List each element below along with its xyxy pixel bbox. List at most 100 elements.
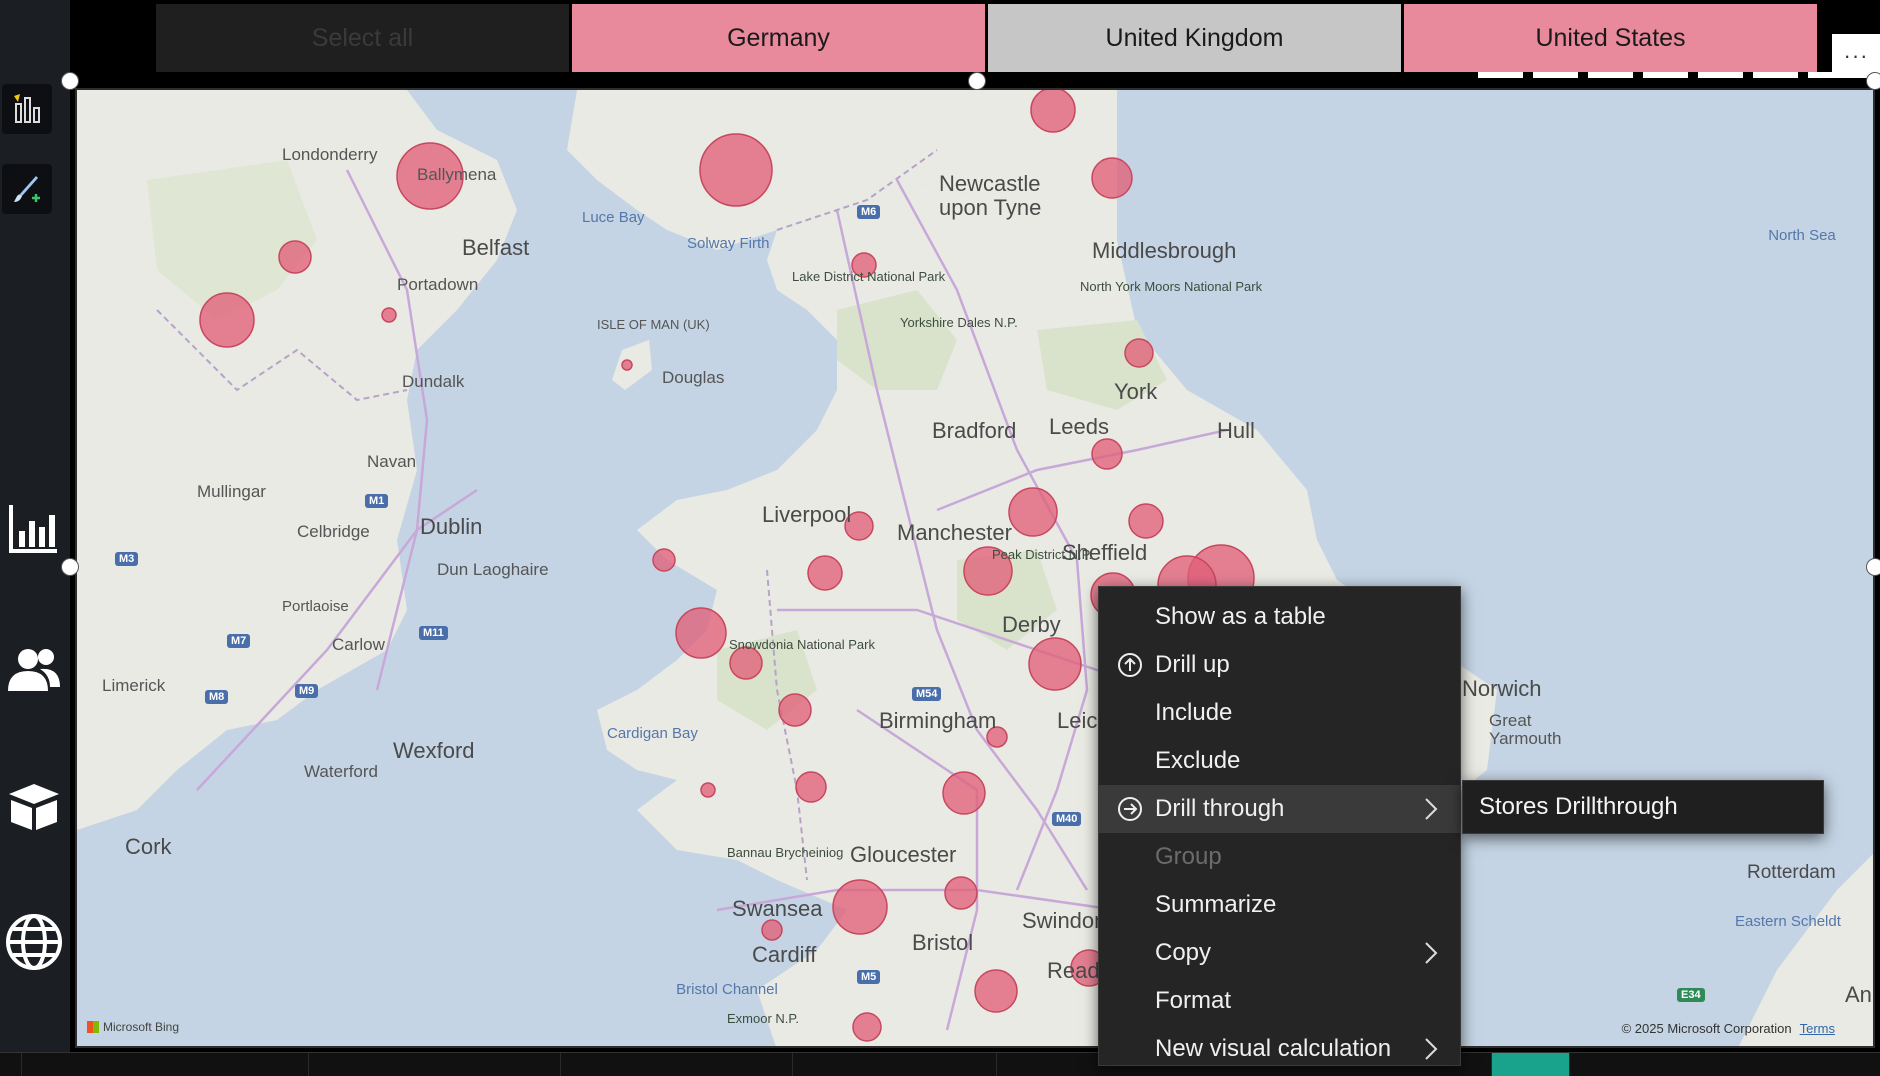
- map-sea-label: Bristol Channel: [676, 981, 778, 998]
- map-bubble[interactable]: [852, 1012, 882, 1042]
- page-tab[interactable]: [309, 1053, 561, 1076]
- map-label: Carlow: [332, 635, 385, 654]
- menu-item-label: Drill through: [1155, 795, 1285, 822]
- submenu-item-label: Stores Drillthrough: [1479, 793, 1678, 820]
- map-label: Newcastle upon Tyne: [939, 171, 1042, 220]
- resize-handle[interactable]: [968, 72, 986, 90]
- menu-item-copy[interactable]: Copy: [1099, 929, 1460, 977]
- map-label: Birmingham: [879, 708, 997, 733]
- map-bubble[interactable]: [942, 771, 986, 815]
- map-sea-label: North Sea: [1768, 227, 1836, 244]
- page-tab[interactable]: [793, 1053, 997, 1076]
- terms-link[interactable]: Terms: [1800, 1021, 1835, 1036]
- map-park-label: Bannau Brycheiniog: [727, 845, 844, 860]
- map-bubble[interactable]: [1008, 487, 1058, 537]
- page-tab-active[interactable]: [1492, 1053, 1570, 1076]
- map-bubble[interactable]: [699, 133, 773, 207]
- map-label: Manchester: [897, 520, 1012, 545]
- map-label: Navan: [367, 452, 417, 471]
- map-bubble[interactable]: [199, 292, 255, 348]
- menu-item-exclude[interactable]: Exclude: [1099, 737, 1460, 785]
- road-shield: M8: [205, 690, 229, 704]
- report-icon[interactable]: [2, 84, 52, 134]
- resize-handle[interactable]: [1866, 558, 1880, 576]
- map-copyright: © 2025 Microsoft Corporation Terms: [1622, 1021, 1835, 1036]
- map-bubble[interactable]: [652, 548, 676, 572]
- map-bubble[interactable]: [621, 359, 633, 371]
- map-bubble[interactable]: [795, 771, 827, 803]
- resize-handle[interactable]: [1866, 72, 1880, 90]
- menu-item-label: Format: [1155, 987, 1232, 1014]
- format-brush-icon[interactable]: [2, 164, 52, 214]
- map-bubble[interactable]: [1128, 503, 1164, 539]
- copyright-text: © 2025 Microsoft Corporation: [1621, 1021, 1792, 1036]
- map-label: Leeds: [1049, 414, 1109, 439]
- map-bubble[interactable]: [1030, 90, 1076, 133]
- map-bubble[interactable]: [1028, 637, 1082, 691]
- map-label: Waterford: [304, 762, 379, 781]
- bar-chart-icon[interactable]: [4, 498, 64, 558]
- menu-item-include[interactable]: Include: [1099, 689, 1460, 737]
- people-icon[interactable]: [4, 640, 64, 700]
- map-bubble[interactable]: [1091, 157, 1133, 199]
- map-sea-label: Luce Bay: [582, 209, 645, 226]
- map-label: Cardiff: [752, 942, 817, 967]
- map-park-label: Snowdonia National Park: [729, 637, 875, 652]
- map-bubble[interactable]: [700, 782, 716, 798]
- map-bubble[interactable]: [807, 555, 843, 591]
- map-park-label: Yorkshire Dales N.P.: [900, 315, 1018, 330]
- menu-item-format[interactable]: Format: [1099, 977, 1460, 1025]
- map-bubble[interactable]: [778, 693, 812, 727]
- road-shield: E34: [1677, 988, 1705, 1002]
- map-label: Dundalk: [402, 372, 465, 391]
- menu-item-drill-through[interactable]: Drill through: [1099, 785, 1460, 833]
- map-label: Derby: [1002, 612, 1061, 637]
- map-bubble[interactable]: [1124, 338, 1154, 368]
- menu-item-show-as-table[interactable]: Show as a table: [1099, 593, 1460, 641]
- bing-attribution: Microsoft Bing: [87, 1020, 179, 1034]
- map-visual[interactable]: Londonderry Ballymena Belfast Portadown …: [75, 88, 1875, 1048]
- map-sea-label: ISLE OF MAN (UK): [597, 317, 710, 332]
- map-bubble[interactable]: [381, 307, 397, 323]
- map-park-label: Lake District National Park: [792, 269, 946, 284]
- page-tab[interactable]: [561, 1053, 793, 1076]
- box-icon[interactable]: [4, 776, 64, 836]
- visual-header-strip: [1478, 72, 1853, 78]
- slicer-item-germany[interactable]: Germany: [572, 4, 985, 72]
- slicer-item-united-kingdom[interactable]: United Kingdom: [988, 4, 1401, 72]
- resize-handle[interactable]: [61, 558, 79, 576]
- map-bubble[interactable]: [944, 876, 978, 910]
- submenu-stores-drillthrough[interactable]: Stores Drillthrough: [1462, 780, 1824, 834]
- map-label: Bradford: [932, 418, 1017, 443]
- map-label: Londonderry: [282, 145, 378, 164]
- map-bubble[interactable]: [278, 240, 312, 274]
- map-label: Rotterdam: [1747, 862, 1836, 883]
- map-label: Gloucester: [850, 842, 957, 867]
- slicer-item-select-all[interactable]: Select all: [156, 4, 569, 72]
- menu-item-drill-up[interactable]: Drill up: [1099, 641, 1460, 689]
- globe-icon[interactable]: [4, 912, 64, 972]
- map-bubble[interactable]: [832, 879, 888, 935]
- map-label: Hull: [1217, 418, 1255, 443]
- map-bubble[interactable]: [974, 969, 1018, 1013]
- road-shield: M9: [295, 684, 319, 698]
- chevron-right-icon: [1425, 1038, 1438, 1060]
- map-label: Limerick: [102, 676, 166, 695]
- page-tab[interactable]: [22, 1053, 309, 1076]
- resize-handle[interactable]: [61, 72, 79, 90]
- map-sea-label: Eastern Scheldt: [1735, 913, 1841, 930]
- menu-item-summarize[interactable]: Summarize: [1099, 881, 1460, 929]
- map-label: Bristol: [912, 930, 974, 955]
- map-label: An: [1845, 982, 1872, 1007]
- road-shield: M7: [227, 634, 251, 648]
- context-menu: Show as a table Drill up Include Exclude…: [1098, 586, 1461, 1066]
- map-bubble[interactable]: [675, 607, 727, 659]
- map-bubble[interactable]: [1091, 438, 1123, 470]
- slicer-item-united-states[interactable]: United States: [1404, 4, 1817, 72]
- map-label: Belfast: [462, 235, 530, 260]
- map-bubble[interactable]: [761, 919, 783, 941]
- map-label: Leic: [1057, 708, 1098, 733]
- menu-item-new-visual-calculation[interactable]: New visual calculation: [1099, 1025, 1460, 1073]
- map-label: Dun Laoghaire: [437, 560, 549, 579]
- map-park-label: North York Moors National Park: [1080, 279, 1263, 294]
